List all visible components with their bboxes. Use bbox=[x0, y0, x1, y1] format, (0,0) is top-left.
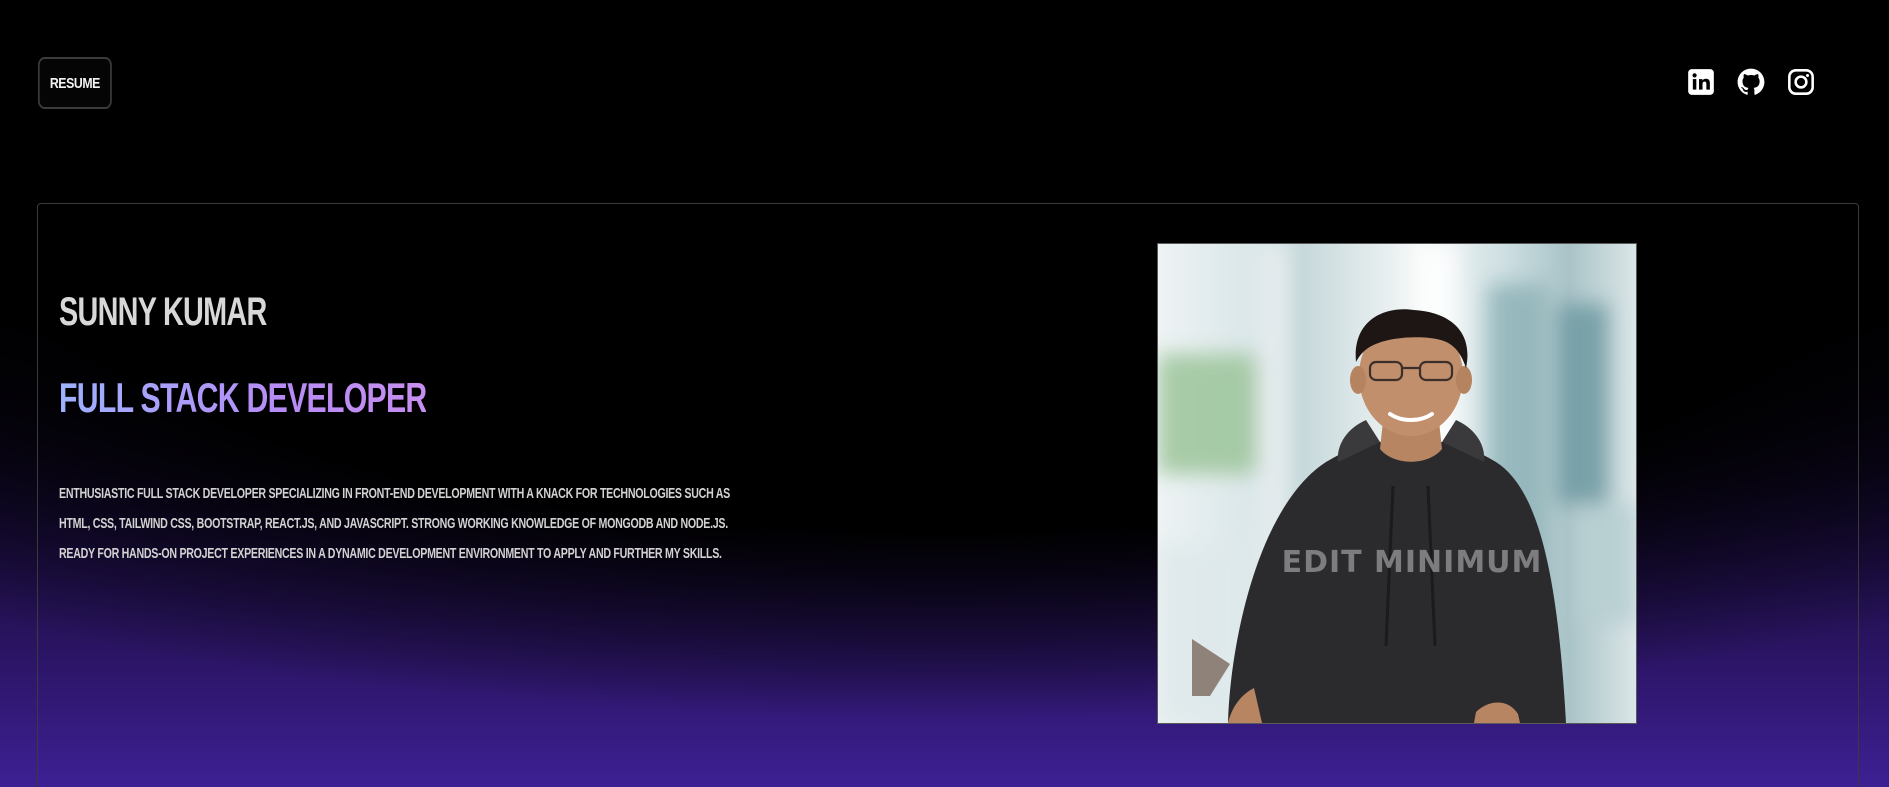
linkedin-link[interactable] bbox=[1687, 68, 1715, 96]
resume-button-label: RESUME bbox=[49, 74, 101, 92]
resume-button[interactable]: RESUME bbox=[38, 57, 112, 109]
bio-line: ENTHUSIASTIC FULL STACK DEVELOPER SPECIA… bbox=[59, 485, 730, 502]
profile-photo: EDIT MINIMUM bbox=[1157, 243, 1637, 724]
hoodie-print: EDIT MINIMUM bbox=[1282, 545, 1543, 580]
instagram-link[interactable] bbox=[1787, 68, 1815, 96]
top-navigation: RESUME bbox=[0, 0, 1889, 130]
profile-photo-illustration: EDIT MINIMUM bbox=[1158, 244, 1636, 723]
bio-paragraph: ENTHUSIASTIC FULL STACK DEVELOPER SPECIA… bbox=[59, 479, 755, 569]
bio-line: READY FOR HANDS-ON PROJECT EXPERIENCES I… bbox=[59, 545, 722, 562]
github-icon bbox=[1737, 68, 1765, 95]
developer-role: FULL STACK DEVELOPER bbox=[59, 374, 427, 421]
instagram-icon bbox=[1788, 69, 1814, 95]
linkedin-icon bbox=[1688, 69, 1714, 95]
bio-line: HTML, CSS, TAILWIND CSS, BOOTSTRAP, REAC… bbox=[59, 515, 728, 532]
social-links bbox=[1687, 68, 1815, 96]
github-link[interactable] bbox=[1737, 68, 1765, 96]
developer-name: SUNNY KUMAR bbox=[59, 290, 267, 334]
